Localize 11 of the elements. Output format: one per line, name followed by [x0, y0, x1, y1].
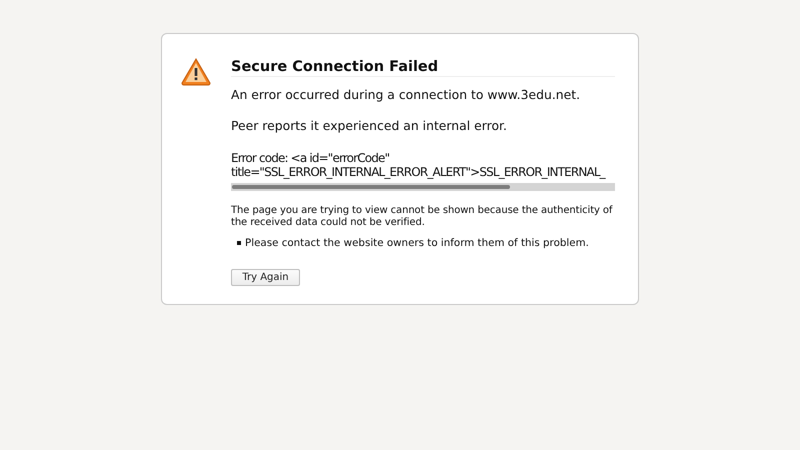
error-message: An error occurred during a connection to www.3edu.net. [231, 87, 582, 102]
warning-icon [181, 58, 211, 86]
bullet-text: Please contact the website owners to inform them of this problem. [245, 237, 589, 249]
page-title: Secure Connection Failed [231, 58, 615, 77]
error-code: Error code: <a id="errorCode" title="SSL_ERROR_INTERNAL_ERROR_ALERT">SSL_ERROR_INTERNAL_ [231, 151, 606, 179]
error-message: Peer reports it experienced an internal error. [231, 118, 508, 133]
try-again-button[interactable]: Try Again [231, 269, 300, 286]
scrollbar[interactable] [231, 183, 615, 191]
description: The page you are trying to view cannot be shown because the authenticity of the received data could not be verified. [231, 205, 614, 229]
bullet-icon [237, 241, 241, 245]
scrollbar-thumb[interactable] [232, 185, 510, 189]
